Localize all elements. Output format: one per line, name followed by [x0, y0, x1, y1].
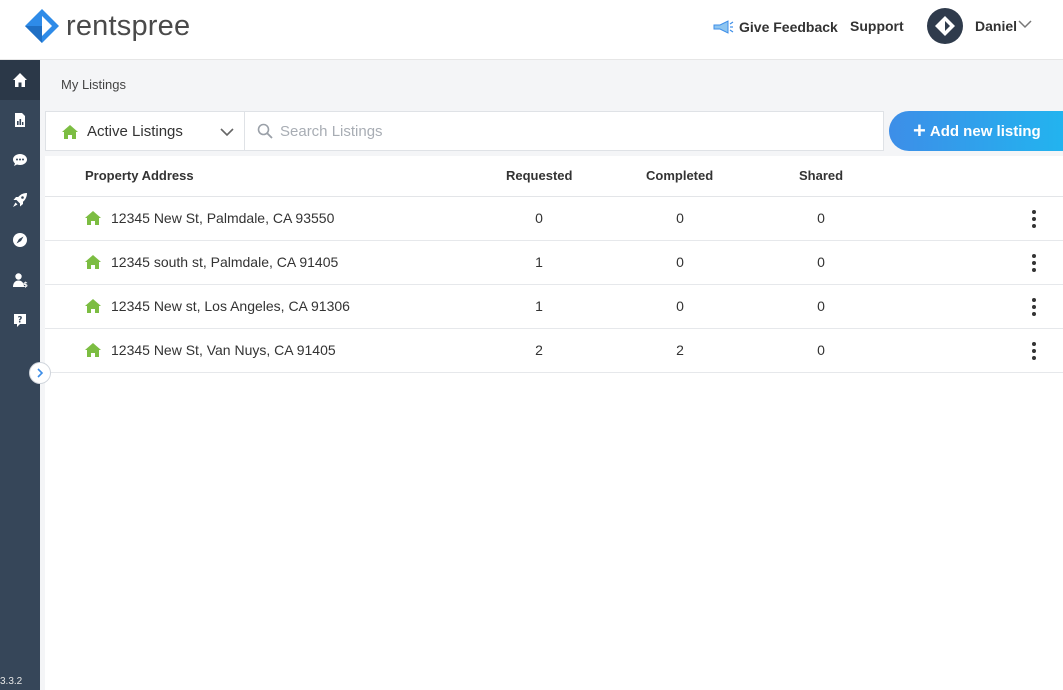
requested-count: 1 — [535, 298, 543, 314]
requested-count: 0 — [535, 210, 543, 226]
svg-text:$: $ — [23, 281, 28, 288]
house-icon — [85, 343, 101, 357]
top-header: rentspree Give Feedback Support Daniel — [0, 0, 1063, 60]
more-options-icon[interactable] — [1031, 209, 1037, 229]
property-address[interactable]: 12345 south st, Palmdale, CA 91405 — [111, 254, 338, 270]
user-avatar-icon — [935, 16, 955, 36]
help-icon: ? — [14, 314, 26, 327]
sidebar-item-messages[interactable] — [0, 140, 40, 180]
more-options-icon[interactable] — [1031, 341, 1037, 361]
requested-count: 2 — [535, 342, 543, 358]
property-address[interactable]: 12345 New St, Van Nuys, CA 91405 — [111, 342, 336, 358]
column-header-shared[interactable]: Shared — [799, 168, 843, 183]
search-icon — [257, 123, 273, 139]
chevron-down-icon — [220, 128, 234, 137]
breadcrumb[interactable]: My Listings — [61, 77, 126, 92]
requested-count: 1 — [535, 254, 543, 270]
user-name[interactable]: Daniel — [975, 18, 1017, 34]
plus-icon: + — [913, 118, 926, 143]
house-icon — [85, 211, 101, 225]
column-header-address[interactable]: Property Address — [85, 168, 194, 183]
support-link[interactable]: Support — [850, 18, 904, 34]
table-row[interactable]: 12345 New St, Van Nuys, CA 91405 2 2 0 — [45, 329, 1063, 373]
completed-count: 0 — [676, 298, 684, 314]
listings-table: Property Address Requested Completed Sha… — [45, 156, 1063, 690]
shared-count: 0 — [817, 298, 825, 314]
chat-icon — [13, 154, 27, 166]
report-icon — [15, 113, 25, 127]
app-version: 3.3.2 — [0, 676, 23, 687]
search-input[interactable] — [280, 112, 870, 150]
house-icon — [62, 125, 78, 139]
sidebar-item-help[interactable]: ? — [0, 300, 40, 340]
table-row[interactable]: 12345 south st, Palmdale, CA 91405 1 0 0 — [45, 241, 1063, 285]
shared-count: 0 — [817, 210, 825, 226]
table-row[interactable]: 12345 New St, Palmdale, CA 93550 0 0 0 — [45, 197, 1063, 241]
chevron-right-icon — [37, 368, 44, 378]
sidebar-item-explore[interactable] — [0, 220, 40, 260]
shared-count: 0 — [817, 342, 825, 358]
give-feedback-link[interactable]: Give Feedback — [712, 18, 838, 36]
logo-text: rentspree — [66, 9, 191, 42]
table-header: Property Address Requested Completed Sha… — [45, 156, 1063, 197]
house-icon — [85, 255, 101, 269]
user-dollar-icon: $ — [13, 273, 28, 288]
column-header-requested[interactable]: Requested — [506, 168, 572, 183]
logo-mark-icon — [25, 9, 59, 43]
add-new-listing-button[interactable]: + Add new listing — [889, 111, 1063, 151]
sidebar-item-home[interactable] — [0, 60, 40, 100]
column-header-completed[interactable]: Completed — [646, 168, 713, 183]
sidebar-expand-button[interactable] — [29, 362, 51, 384]
chevron-down-icon[interactable] — [1018, 19, 1032, 29]
listing-status-dropdown[interactable]: Active Listings — [46, 112, 245, 150]
avatar[interactable] — [927, 8, 963, 44]
house-icon — [85, 299, 101, 313]
more-options-icon[interactable] — [1031, 253, 1037, 273]
sidebar-item-launch[interactable] — [0, 180, 40, 220]
completed-count: 0 — [676, 254, 684, 270]
search-box — [246, 112, 883, 150]
svg-text:?: ? — [18, 316, 23, 326]
rocket-icon — [13, 193, 27, 207]
completed-count: 2 — [676, 342, 684, 358]
rentspree-logo[interactable]: rentspree — [24, 8, 190, 44]
home-icon — [13, 73, 27, 87]
main-content: My Listings Active Listings + Add new li… — [40, 60, 1063, 690]
filter-bar: Active Listings — [45, 111, 884, 151]
add-new-listing-label: Add new listing — [929, 122, 1041, 140]
shared-count: 0 — [817, 254, 825, 270]
sidebar-item-agent[interactable]: $ — [0, 260, 40, 300]
compass-icon — [13, 233, 27, 247]
give-feedback-label: Give Feedback — [739, 19, 838, 35]
more-options-icon[interactable] — [1031, 297, 1037, 317]
listing-status-value: Active Listings — [87, 123, 183, 140]
megaphone-icon — [713, 20, 734, 34]
property-address[interactable]: 12345 New St, Palmdale, CA 93550 — [111, 210, 334, 226]
completed-count: 0 — [676, 210, 684, 226]
property-address[interactable]: 12345 New st, Los Angeles, CA 91306 — [111, 298, 350, 314]
sidebar-item-reports[interactable] — [0, 100, 40, 140]
table-row[interactable]: 12345 New st, Los Angeles, CA 91306 1 0 … — [45, 285, 1063, 329]
